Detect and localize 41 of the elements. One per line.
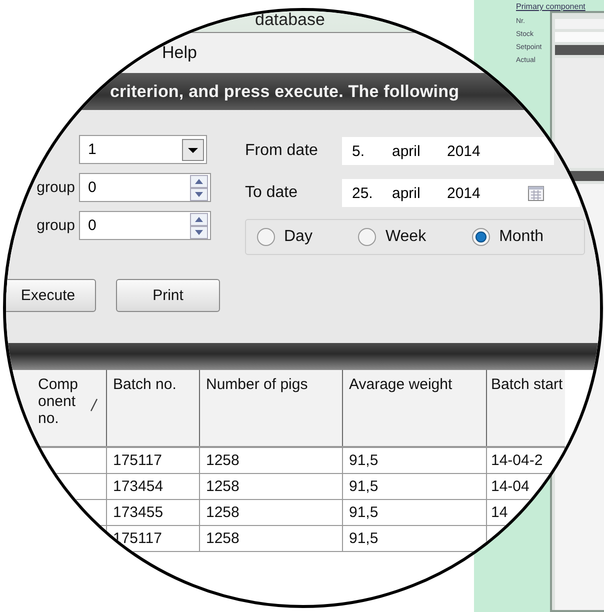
table-cell: 173455 bbox=[106, 500, 200, 526]
table-cell: 91,5 bbox=[342, 447, 486, 474]
field-label: group bbox=[36, 217, 76, 234]
instruction-text: criterion, and press execute. The following bbox=[110, 82, 460, 102]
spinner-arrows-icon[interactable] bbox=[190, 174, 208, 200]
primary-component-link[interactable]: Primary component bbox=[516, 2, 604, 11]
date-label: To date bbox=[245, 184, 298, 202]
sort-indicator-icon bbox=[90, 398, 98, 412]
dropdown-field[interactable]: 1 bbox=[79, 135, 207, 164]
number-spin-field[interactable]: 0 bbox=[79, 211, 211, 240]
table-cell: 91,5 bbox=[342, 526, 486, 552]
calendar-icon[interactable] bbox=[527, 184, 545, 202]
column-header[interactable]: Number of pigs bbox=[200, 370, 342, 447]
table-cell: 1258 bbox=[200, 500, 342, 526]
column-header[interactable]: Batch start bbox=[486, 370, 565, 447]
period-radio[interactable]: Day bbox=[256, 227, 312, 247]
number-spin-field[interactable]: 0 bbox=[79, 173, 211, 202]
radio-circle-icon bbox=[471, 227, 492, 247]
period-radio[interactable]: Month bbox=[471, 227, 544, 247]
column-header[interactable]: Avarage weight bbox=[342, 370, 486, 447]
radio-circle-icon bbox=[357, 227, 378, 247]
table-cell: 175117 bbox=[106, 447, 200, 474]
date-label: From date bbox=[245, 142, 319, 160]
table-cell: 1258 bbox=[200, 447, 342, 474]
table-cell: 91,5 bbox=[342, 500, 486, 526]
table-cell: 1258 bbox=[200, 474, 342, 500]
field-label: group bbox=[36, 179, 76, 196]
menu-item[interactable]: Help bbox=[162, 43, 197, 63]
table-cell: 1258 bbox=[200, 526, 342, 552]
column-header[interactable]: Batch no. bbox=[106, 370, 200, 447]
radio-circle-icon bbox=[256, 227, 276, 247]
date-field[interactable]: 25. april 2014 bbox=[342, 179, 580, 207]
action-button[interactable]: Execute bbox=[6, 279, 96, 312]
table-cell: 91,5 bbox=[342, 474, 486, 500]
window-title: database bbox=[255, 11, 325, 31]
action-button[interactable]: Print bbox=[116, 279, 220, 312]
table-cell: 173454 bbox=[106, 474, 200, 500]
date-field[interactable]: 5. april 2014 bbox=[342, 137, 554, 165]
period-radio[interactable]: Week bbox=[357, 227, 426, 247]
table-cell: 14-04-2 bbox=[486, 447, 565, 474]
spinner-arrows-icon[interactable] bbox=[190, 212, 208, 238]
